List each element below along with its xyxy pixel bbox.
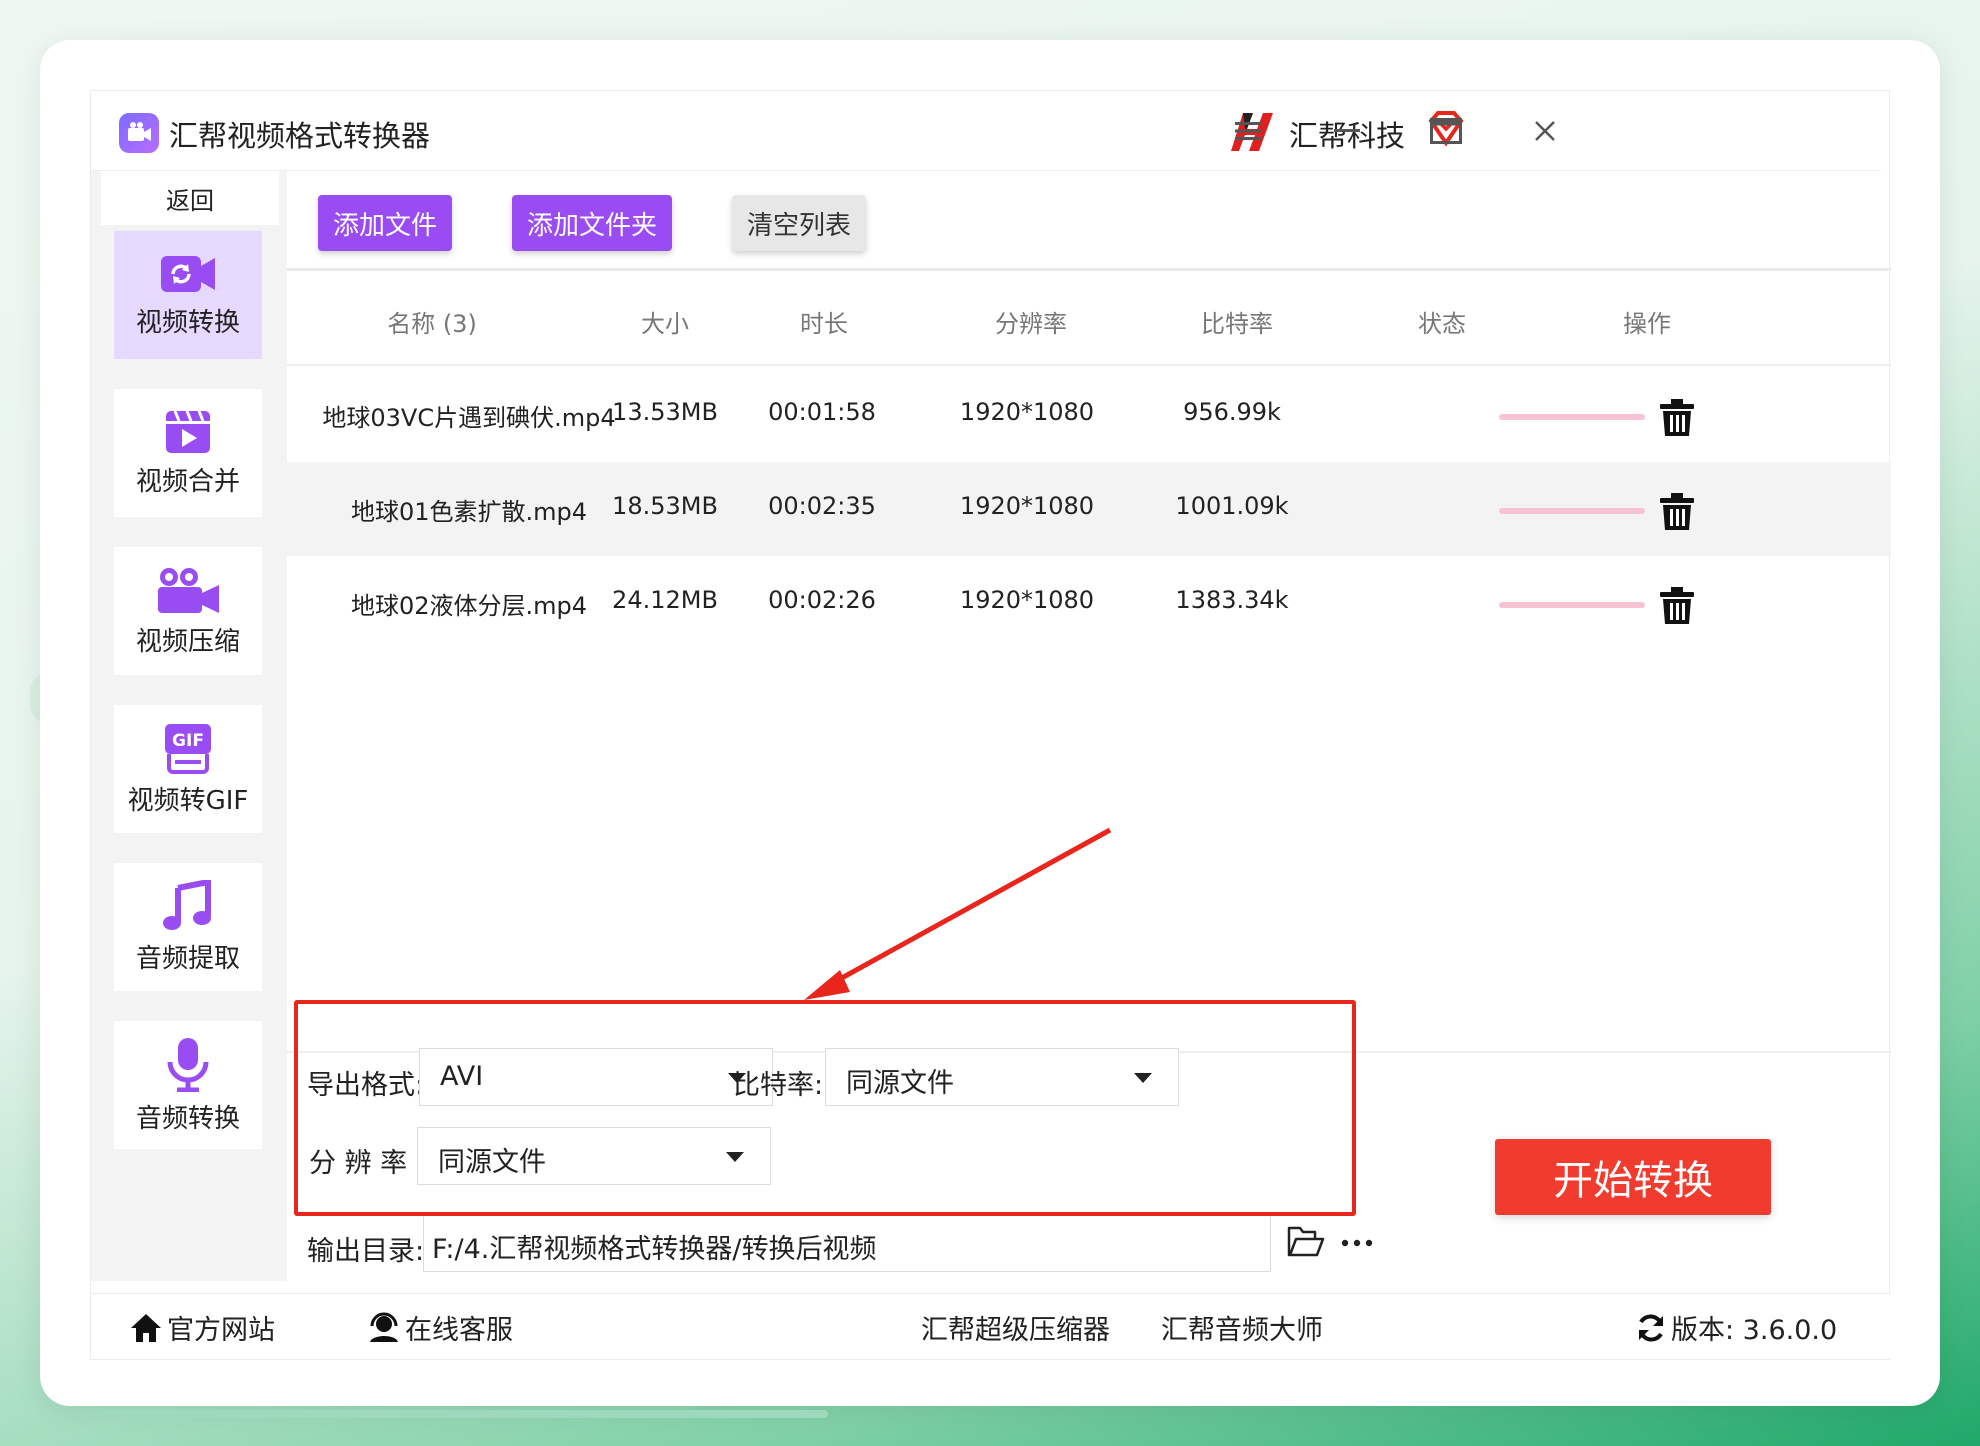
table-row[interactable]: 地球01色素扩散.mp4 18.53MB 00:02:35 1920*1080 … [287, 462, 1891, 556]
close-icon[interactable] [1523, 109, 1567, 153]
menu-icon[interactable] [1226, 109, 1270, 153]
sidebar-item-label: 音频提取 [135, 943, 240, 974]
file-resolution: 1920*1080 [959, 492, 1095, 520]
video-convert-icon [161, 255, 215, 292]
version-info[interactable]: 版本: 3.6.0.0 [1635, 1308, 1837, 1347]
music-note-icon [163, 879, 211, 930]
title-bar: 汇帮视频格式转换器 汇帮科技 [91, 91, 1881, 171]
official-website-label: 官方网站 [167, 1315, 275, 1346]
refresh-icon [1639, 1314, 1663, 1341]
headset-icon [370, 1312, 398, 1342]
file-duration: 00:02:26 [768, 586, 876, 614]
bitrate-value: 同源文件 [846, 1068, 954, 1099]
table-header: 名称 (3) 大小 时长 分辨率 比特率 状态 操作 [287, 274, 1891, 366]
delete-trash-icon[interactable] [1655, 396, 1699, 440]
format-value: AVI [440, 1061, 484, 1092]
file-resolution: 1920*1080 [959, 586, 1095, 614]
add-folder-button[interactable]: 添加文件夹 [512, 195, 672, 251]
file-size: 18.53MB [612, 492, 718, 520]
sidebar-item-label: 视频压缩 [135, 626, 240, 657]
bitrate-select[interactable]: 同源文件 [825, 1048, 1179, 1106]
microphone-icon [167, 1037, 209, 1092]
file-name: 地球01色素扩散.mp4 [350, 498, 588, 526]
official-website-link[interactable]: 官方网站 [129, 1308, 275, 1347]
resolution-select[interactable]: 同源文件 [417, 1127, 771, 1185]
column-header-resolution[interactable]: 分辨率 [971, 304, 1091, 339]
maximize-icon[interactable] [1424, 109, 1468, 153]
sidebar-item-label: 视频转换 [135, 307, 240, 338]
file-resolution: 1920*1080 [959, 398, 1095, 426]
app-window: 汇帮视频格式转换器 汇帮科技 返回 视频转换 视频合并 视频压缩 GIF 视频转… [90, 90, 1891, 1360]
sidebar: 返回 视频转换 视频合并 视频压缩 GIF 视频转GIF 音频提取 音频转换 [91, 171, 287, 1281]
folder-open-icon[interactable] [1287, 1225, 1327, 1265]
chevron-down-icon [1134, 1073, 1152, 1083]
bitrate-label: 比特率: [733, 1070, 824, 1101]
file-name: 地球02液体分层.mp4 [350, 592, 588, 620]
version-label: 版本: 3.6.0.0 [1671, 1315, 1838, 1346]
app-logo-icon [119, 113, 159, 153]
table-row[interactable]: 地球02液体分层.mp4 24.12MB 00:02:26 1920*1080 … [287, 556, 1891, 650]
sidebar-item-video-merge[interactable]: 视频合并 [114, 389, 262, 517]
output-dir-label: 输出目录: [307, 1236, 425, 1267]
sidebar-item-video-to-gif[interactable]: GIF 视频转GIF [114, 705, 262, 833]
sidebar-item-audio-convert[interactable]: 音频转换 [114, 1021, 262, 1149]
audio-master-link[interactable]: 汇帮音频大师 [1161, 1308, 1323, 1347]
clear-list-button[interactable]: 清空列表 [732, 195, 866, 251]
file-bitrate: 956.99k [1183, 398, 1281, 426]
column-header-name[interactable]: 名称 (3) [347, 304, 517, 339]
sidebar-item-video-convert[interactable]: 视频转换 [114, 231, 262, 359]
video-merge-icon [166, 409, 210, 453]
resolution-label: 分 辨 率 : [309, 1148, 425, 1179]
start-convert-button[interactable]: 开始转换 [1495, 1139, 1771, 1215]
column-header-bitrate[interactable]: 比特率 [1177, 304, 1297, 339]
sidebar-item-label: 视频转GIF [127, 785, 249, 816]
main-panel: 添加文件 添加文件夹 清空列表 名称 (3) 大小 时长 分辨率 比特率 状态 … [287, 171, 1891, 1281]
file-duration: 00:01:58 [768, 398, 876, 426]
file-name: 地球03VC片遇到碘伏.mp4 [322, 404, 616, 432]
online-support-label: 在线客服 [405, 1315, 513, 1346]
format-label: 导出格式: [307, 1070, 425, 1101]
file-size: 13.53MB [612, 398, 718, 426]
output-dir-value: F:/4.汇帮视频格式转换器/转换后视频 [432, 1234, 877, 1265]
sidebar-item-label: 视频合并 [135, 466, 240, 497]
sidebar-item-label: 音频转换 [135, 1103, 240, 1134]
online-support-link[interactable]: 在线客服 [367, 1308, 513, 1347]
table-row[interactable]: 地球03VC片遇到碘伏.mp4 13.53MB 00:01:58 1920*10… [287, 368, 1891, 462]
file-duration: 00:02:35 [768, 492, 876, 520]
status-progress-bar [1499, 414, 1645, 420]
file-bitrate: 1001.09k [1175, 492, 1289, 520]
gif-icon: GIF [165, 723, 211, 774]
column-header-duration[interactable]: 时长 [774, 304, 874, 339]
output-dir-field[interactable]: F:/4.汇帮视频格式转换器/转换后视频 [423, 1214, 1271, 1272]
app-title: 汇帮视频格式转换器 [169, 119, 431, 153]
status-progress-bar [1499, 602, 1645, 608]
footer-bar: 官方网站 在线客服 汇帮超级压缩器 汇帮音频大师 版本: 3.6.0.0 [91, 1293, 1891, 1359]
horizontal-scrollbar[interactable] [90, 1410, 828, 1418]
super-compressor-link[interactable]: 汇帮超级压缩器 [921, 1308, 1110, 1347]
home-icon [131, 1313, 161, 1342]
more-options-icon[interactable] [1339, 1225, 1379, 1265]
column-header-size[interactable]: 大小 [605, 304, 725, 339]
file-size: 24.12MB [612, 586, 718, 614]
sidebar-item-video-compress[interactable]: 视频压缩 [114, 547, 262, 675]
minimize-icon[interactable] [1325, 109, 1369, 153]
delete-trash-icon[interactable] [1655, 490, 1699, 534]
sidebar-item-audio-extract[interactable]: 音频提取 [114, 863, 262, 991]
file-bitrate: 1383.34k [1175, 586, 1289, 614]
resolution-value: 同源文件 [438, 1147, 546, 1178]
delete-trash-icon[interactable] [1655, 584, 1699, 628]
column-header-status: 状态 [1418, 310, 1466, 338]
video-compress-icon [158, 567, 219, 613]
add-file-button[interactable]: 添加文件 [318, 195, 452, 251]
chevron-down-icon [726, 1152, 744, 1162]
svg-text:GIF: GIF [172, 731, 204, 751]
back-button[interactable]: 返回 [101, 171, 279, 225]
status-progress-bar [1499, 508, 1645, 514]
toolbar: 添加文件 添加文件夹 清空列表 [287, 171, 1891, 271]
format-select[interactable]: AVI [419, 1048, 773, 1106]
column-header-action: 操作 [1623, 310, 1671, 338]
